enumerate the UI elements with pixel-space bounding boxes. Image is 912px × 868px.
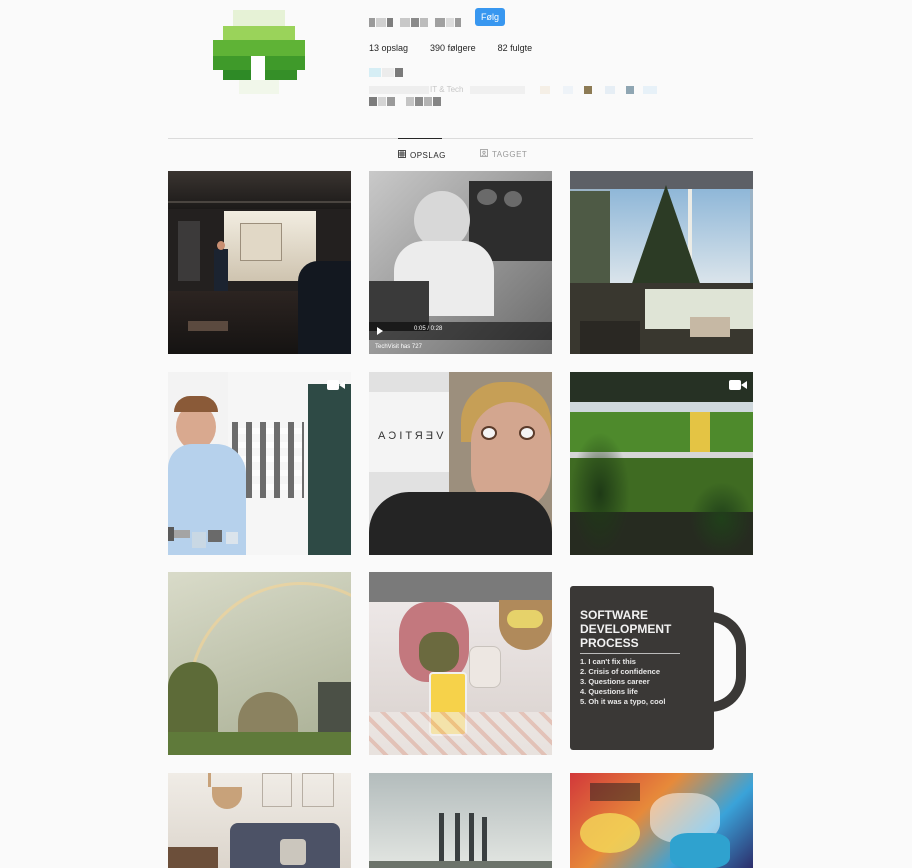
- video-icon: [327, 378, 345, 390]
- follow-button[interactable]: Følg: [475, 8, 505, 26]
- mug-list-item-2: 2. Crisis of confidence: [580, 667, 661, 676]
- bio-text-line: IT & Tech: [369, 85, 658, 94]
- post-presentation[interactable]: [168, 171, 351, 354]
- post-man-invaders[interactable]: [168, 372, 351, 555]
- wall-sign-text: VERTICA: [375, 430, 444, 442]
- play-icon: [377, 327, 383, 335]
- post-breakfast[interactable]: [369, 572, 552, 755]
- tab-tagged[interactable]: TAGGET: [480, 138, 527, 170]
- bio-link-redacted[interactable]: [369, 97, 442, 106]
- tag-icon: [480, 149, 488, 159]
- bio-name-redacted: [369, 68, 404, 77]
- username-redacted: [369, 10, 462, 34]
- mug-title-line-2: DEVELOPMENT: [580, 622, 672, 636]
- profile-avatar[interactable]: [213, 10, 305, 102]
- post-garden[interactable]: [570, 372, 753, 555]
- player-time: 0:05 / 0:28: [414, 326, 443, 332]
- grid-icon: [398, 150, 406, 160]
- mug-list-item-4: 4. Questions life: [580, 687, 638, 696]
- post-christmas-tree[interactable]: [570, 171, 753, 354]
- post-living-room[interactable]: [168, 773, 351, 868]
- post-selfie-vertica[interactable]: VERTICA: [369, 372, 552, 555]
- video-caption: TechVisit has 727: [375, 344, 422, 350]
- following-count[interactable]: 82 fulgte: [498, 43, 533, 53]
- video-icon: [729, 378, 747, 390]
- post-software-mug[interactable]: SOFTWARE DEVELOPMENT PROCESS 1. I can't …: [570, 572, 753, 755]
- posts-count[interactable]: 13 opslag: [369, 43, 408, 53]
- post-rainbow[interactable]: [168, 572, 351, 755]
- mug-title-line-3: PROCESS: [580, 636, 639, 650]
- mug-title-line-1: SOFTWARE: [580, 608, 648, 622]
- tab-tagged-label: TAGGET: [492, 149, 528, 159]
- followers-count[interactable]: 390 følgere: [430, 43, 476, 53]
- bio-fragment: IT & Tech: [430, 85, 464, 94]
- mug-title: SOFTWARE DEVELOPMENT PROCESS 1. I can't …: [580, 608, 710, 707]
- mug-list-item-3: 3. Questions career: [580, 677, 650, 686]
- post-cockpit-video[interactable]: 0:05 / 0:28 TechVisit has 727: [369, 171, 552, 354]
- tabs-divider: [168, 138, 753, 139]
- mug-list-item-1: 1. I can't fix this: [580, 657, 636, 666]
- tab-posts-label: OPSLAG: [410, 150, 446, 160]
- profile-stats: 13 opslag 390 følgere 82 fulgte: [369, 43, 554, 53]
- mug-list-item-5: 5. Oh it was a typo, cool: [580, 697, 666, 706]
- post-chimneys[interactable]: [369, 773, 552, 868]
- tab-posts[interactable]: OPSLAG: [398, 138, 445, 171]
- post-graffiti[interactable]: [570, 773, 753, 868]
